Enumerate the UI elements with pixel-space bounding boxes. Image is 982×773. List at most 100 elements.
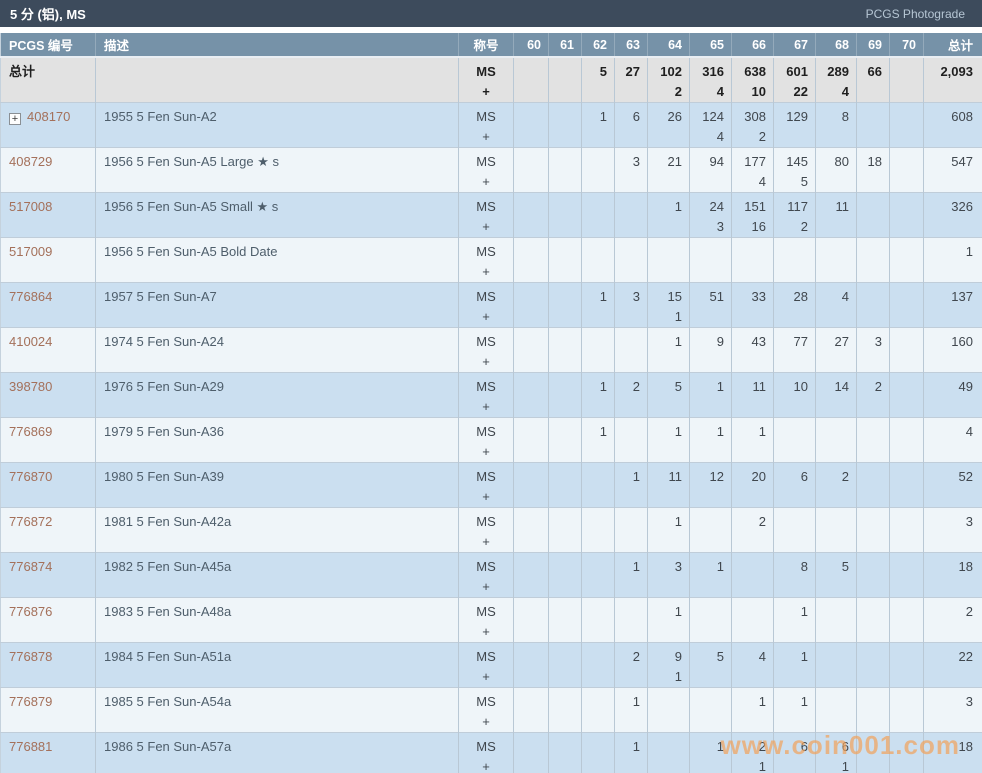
col-header-grade-70: 70: [889, 33, 924, 58]
designation-cell: MS +: [458, 57, 514, 103]
grade-65-cell: [689, 597, 732, 643]
page-title: 5 分 (铝), MS: [10, 7, 86, 22]
col-header-grade-66: 66: [731, 33, 774, 58]
designation-cell: MS +: [458, 462, 514, 508]
description-cell: 1955 5 Fen Sun-A2: [95, 102, 459, 148]
grade-68-cell: [815, 507, 857, 553]
grade-62-cell: [581, 462, 615, 508]
grade-70-cell: [889, 552, 924, 598]
grade-63-cell: [614, 507, 648, 553]
table-row: 776869 1979 5 Fen Sun-A36 MS +1 1 1 1 4: [0, 417, 982, 463]
pcgs-number-link[interactable]: 776874: [9, 559, 52, 574]
pcgs-number-link[interactable]: 517009: [9, 244, 52, 259]
grade-68-cell: [815, 417, 857, 463]
grade-69-cell: [856, 237, 890, 283]
grade-66-cell: 1: [731, 417, 774, 463]
grade-61-cell: [548, 237, 582, 283]
grade-65-cell: [689, 507, 732, 553]
total-cell: 3: [923, 687, 982, 733]
grade-67-cell: 117 2: [773, 192, 816, 238]
pcgs-number-link[interactable]: 776878: [9, 649, 52, 664]
pcgs-number-link[interactable]: 776870: [9, 469, 52, 484]
expand-icon[interactable]: +: [9, 113, 21, 125]
grade-65-cell: 1: [689, 372, 732, 418]
designation-cell: MS +: [458, 372, 514, 418]
grade-60-cell: [513, 327, 549, 373]
total-cell: 547: [923, 147, 982, 193]
grade-67-cell: 145 5: [773, 147, 816, 193]
total-cell: 18: [923, 552, 982, 598]
table-row: 776878 1984 5 Fen Sun-A51a MS + 2 9 1 5 4 1 22: [0, 642, 982, 688]
pcgs-number-link[interactable]: 776864: [9, 289, 52, 304]
pcgs-number-link[interactable]: 408729: [9, 154, 52, 169]
grade-65-cell: 1: [689, 417, 732, 463]
designation-cell: MS +: [458, 687, 514, 733]
designation-cell: MS +: [458, 192, 514, 238]
grade-62-cell: 1: [581, 282, 615, 328]
total-cell: 1: [923, 237, 982, 283]
grade-61-cell: [548, 57, 582, 103]
grade-66-cell: 33: [731, 282, 774, 328]
grade-61-cell: [548, 147, 582, 193]
table-row: +408170 1955 5 Fen Sun-A2 MS +1 6 26 124 4 308…: [0, 102, 982, 148]
grade-62-cell: [581, 237, 615, 283]
grade-70-cell: [889, 597, 924, 643]
total-cell: 18: [923, 732, 982, 773]
pcgs-number-link[interactable]: 776876: [9, 604, 52, 619]
grade-65-cell: 24 3: [689, 192, 732, 238]
grade-60-cell: [513, 507, 549, 553]
pcgs-number-cell: 517008: [0, 192, 96, 238]
grade-64-cell: 9 1: [647, 642, 690, 688]
grade-63-cell: [614, 327, 648, 373]
total-cell: 2,093: [923, 57, 982, 103]
grade-64-cell: [647, 687, 690, 733]
grade-60-cell: [513, 237, 549, 283]
grade-66-cell: 4: [731, 642, 774, 688]
pcgs-number-link[interactable]: 776879: [9, 694, 52, 709]
pcgs-number-cell: 410024: [0, 327, 96, 373]
grade-60-cell: [513, 147, 549, 193]
grade-69-cell: [856, 597, 890, 643]
total-cell: 608: [923, 102, 982, 148]
grade-63-cell: 3: [614, 282, 648, 328]
grade-61-cell: [548, 372, 582, 418]
pcgs-number-cell: 776881: [0, 732, 96, 773]
pcgs-number-link[interactable]: 776881: [9, 739, 52, 754]
grade-65-cell: 5: [689, 642, 732, 688]
grade-69-cell: [856, 282, 890, 328]
grade-65-cell: [689, 237, 732, 283]
grade-70-cell: [889, 327, 924, 373]
grade-70-cell: [889, 462, 924, 508]
grade-68-cell: [815, 642, 857, 688]
col-header-grade-62: 62: [581, 33, 615, 58]
pcgs-number-link[interactable]: 410024: [9, 334, 52, 349]
pcgs-number-cell: 408729: [0, 147, 96, 193]
grade-62-cell: 1: [581, 372, 615, 418]
grade-69-cell: [856, 462, 890, 508]
grade-62-cell: [581, 732, 615, 773]
grade-62-cell: [581, 147, 615, 193]
population-report-page: 5 分 (铝), MS PCGS Photograde PCGS 编号 描述 称号 6…: [0, 0, 982, 773]
pcgs-number-link[interactable]: 776869: [9, 424, 52, 439]
grade-63-cell: 3: [614, 147, 648, 193]
pcgs-number-link[interactable]: 408170: [27, 109, 70, 124]
grade-63-cell: 27: [614, 57, 648, 103]
grade-61-cell: [548, 507, 582, 553]
total-cell: 3: [923, 507, 982, 553]
table-row: 776874 1982 5 Fen Sun-A45a MS +1 3 1 8 5 18: [0, 552, 982, 598]
grade-61-cell: [548, 327, 582, 373]
grade-69-cell: [856, 507, 890, 553]
grade-65-cell: 51: [689, 282, 732, 328]
col-header-grade-67: 67: [773, 33, 816, 58]
photograde-link[interactable]: PCGS Photograde: [866, 7, 965, 21]
grade-66-cell: [731, 597, 774, 643]
pcgs-number-link[interactable]: 776872: [9, 514, 52, 529]
grade-64-cell: 26: [647, 102, 690, 148]
grade-69-cell: 66: [856, 57, 890, 103]
grade-61-cell: [548, 102, 582, 148]
pcgs-number-link[interactable]: 517008: [9, 199, 52, 214]
pcgs-number-link[interactable]: 398780: [9, 379, 52, 394]
table-row: 517009 1956 5 Fen Sun-A5 Bold Date MS + 1: [0, 237, 982, 283]
description-cell: 1956 5 Fen Sun-A5 Bold Date: [95, 237, 459, 283]
grade-60-cell: [513, 642, 549, 688]
